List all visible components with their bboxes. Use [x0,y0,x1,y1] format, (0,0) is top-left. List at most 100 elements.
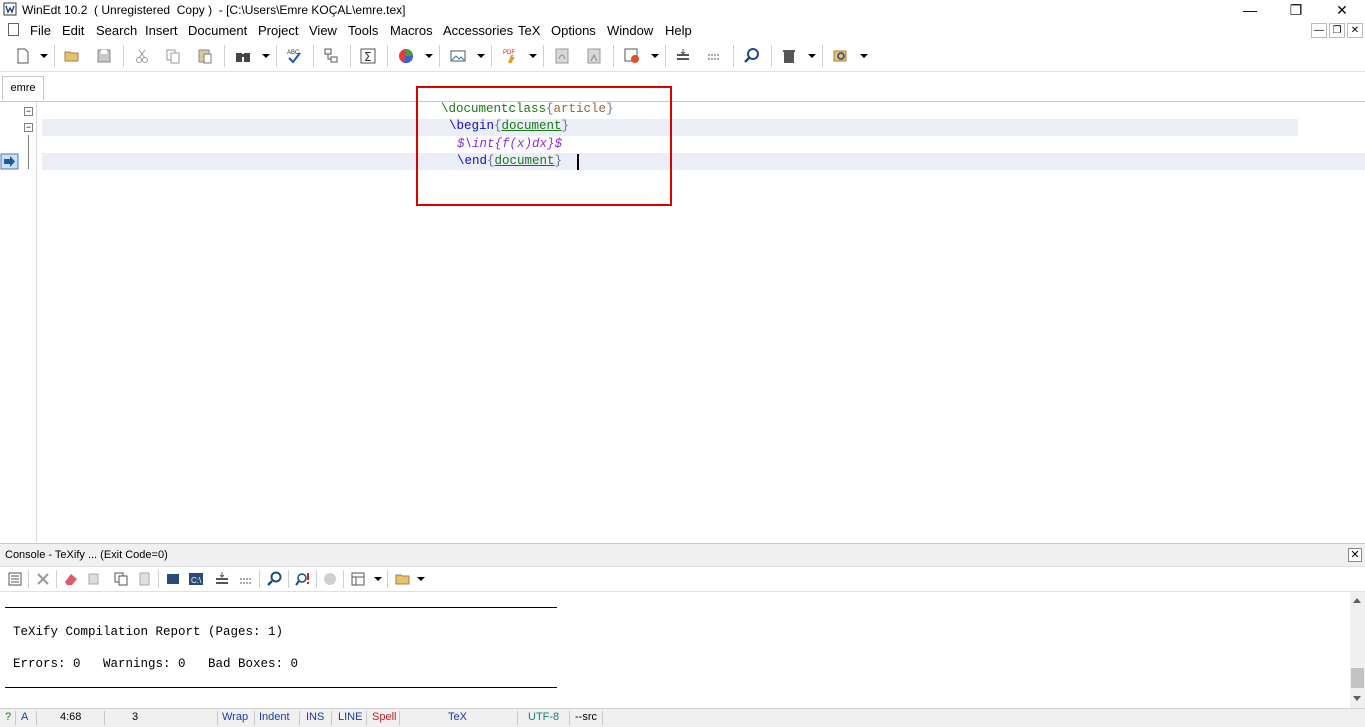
console-folder-icon[interactable] [395,571,411,587]
trash-dropdown-icon[interactable] [808,54,816,58]
tree-search-dropdown-icon[interactable] [860,54,868,58]
pdf-search-icon[interactable] [585,47,603,65]
menu-accessories[interactable]: Accessories [443,23,513,38]
document-tab-strip: emre [0,72,1365,102]
menu-help[interactable]: Help [665,23,692,38]
console-copy-all-icon[interactable] [86,571,102,587]
status-tex-mode[interactable]: TeX [448,711,467,723]
texify-dropdown-icon[interactable] [651,54,659,58]
toolbar-separator [387,45,388,67]
image-icon[interactable] [449,47,467,65]
menu-macros[interactable]: Macros [390,23,433,38]
fold-toggle-icon[interactable]: − [24,123,33,132]
menu-insert[interactable]: Insert [145,23,178,38]
collapse-all-icon[interactable] [674,47,692,65]
trash-icon[interactable] [780,47,798,65]
console-erase-icon[interactable] [63,571,79,587]
scroll-down-arrow-icon[interactable] [1353,696,1361,701]
pie-chart-icon[interactable] [397,47,415,65]
save-icon[interactable] [95,47,113,65]
menu-view[interactable]: View [309,23,337,38]
status-separator [331,711,332,725]
status-help[interactable]: ? [5,711,11,723]
status-mode[interactable]: A [21,711,28,723]
new-file-icon[interactable] [14,47,32,65]
copy-icon[interactable] [164,47,182,65]
texify-icon[interactable] [623,47,641,65]
console-folder-dropdown-icon[interactable] [417,577,425,581]
find-binoculars-icon[interactable] [234,47,252,65]
toolbar-separator [123,45,124,67]
console-scrollbar[interactable] [1350,592,1365,708]
tree-search-icon[interactable] [832,47,850,65]
status-separator [569,711,570,725]
status-ins[interactable]: INS [306,711,324,723]
console-close-button[interactable]: ✕ [1348,548,1362,562]
fold-toggle-icon[interactable]: − [24,107,33,116]
toolbar-separator [343,570,344,588]
document-icon[interactable] [8,23,19,36]
menu-file[interactable]: File [30,23,51,38]
image-dropdown-icon[interactable] [477,54,485,58]
cut-icon[interactable] [133,47,151,65]
status-wrap[interactable]: Wrap [222,711,248,723]
paste-icon[interactable] [196,47,214,65]
console-collapse-icon[interactable] [214,571,230,587]
status-separator [104,711,105,725]
menu-options[interactable]: Options [551,23,596,38]
mdi-restore-button[interactable]: ❐ [1329,23,1345,38]
menu-project[interactable]: Project [258,23,298,38]
menu-search[interactable]: Search [96,23,137,38]
new-file-dropdown-icon[interactable] [40,54,48,58]
console-output[interactable]: TeXify Compilation Report (Pages: 1) Err… [0,592,1350,708]
toolbar-separator [259,570,260,588]
console-table-dropdown-icon[interactable] [374,577,382,581]
console-find-error-icon[interactable] [295,571,311,587]
console-table-icon[interactable] [350,571,366,587]
svg-text:Σ: Σ [364,50,372,64]
mdi-minimize-button[interactable]: — [1311,23,1327,38]
menu-tools[interactable]: Tools [348,23,378,38]
console-expand-icon[interactable] [238,571,254,587]
scrollbar-thumb[interactable] [1351,668,1364,688]
console-stop-icon[interactable] [35,571,51,587]
spellcheck-icon[interactable]: ABC [285,47,303,65]
console-window-icon[interactable] [165,571,181,587]
scroll-up-arrow-icon[interactable] [1353,598,1361,603]
status-line-mode[interactable]: LINE [338,711,362,723]
status-separator [602,711,603,725]
status-position: 4:68 [60,711,82,723]
console-paste-icon[interactable] [137,571,153,587]
pdf-preview-icon[interactable] [553,47,571,65]
find-dropdown-icon[interactable] [262,54,270,58]
expand-all-icon[interactable] [705,47,723,65]
status-indent[interactable]: Indent [259,711,290,723]
close-button[interactable]: ✕ [1319,0,1365,20]
pie-dropdown-icon[interactable] [425,54,433,58]
sum-icon[interactable]: Σ [359,47,377,65]
pdftex-dropdown-icon[interactable] [529,54,537,58]
main-toolbar: ABC Σ PDF [0,41,1365,72]
status-src: --src [575,711,597,723]
pdftex-icon[interactable]: PDF [502,47,520,65]
console-find-icon[interactable] [267,571,283,587]
console-cmd-icon[interactable]: C:\ [188,571,204,587]
menu-window[interactable]: Window [607,23,653,38]
search-magnifier-icon[interactable] [743,47,761,65]
status-separator [217,711,218,725]
console-copy-icon[interactable] [113,571,129,587]
menu-edit[interactable]: Edit [62,23,84,38]
status-encoding[interactable]: UTF-8 [528,711,559,723]
mdi-close-button[interactable]: ✕ [1347,23,1363,38]
editor-area[interactable]: − − \documentclass{article} \begin{docum… [0,86,1365,542]
menu-document[interactable]: Document [188,23,247,38]
tab-emre[interactable]: emre [2,76,44,100]
console-record-icon[interactable] [322,571,338,587]
menu-tex[interactable]: TeX [518,23,540,38]
restore-button[interactable]: ❐ [1273,0,1319,20]
status-spell[interactable]: Spell [372,711,396,723]
open-folder-icon[interactable] [63,47,81,65]
project-tree-icon[interactable] [322,47,340,65]
minimize-button[interactable]: — [1227,0,1273,20]
console-menu-icon[interactable] [7,571,23,587]
